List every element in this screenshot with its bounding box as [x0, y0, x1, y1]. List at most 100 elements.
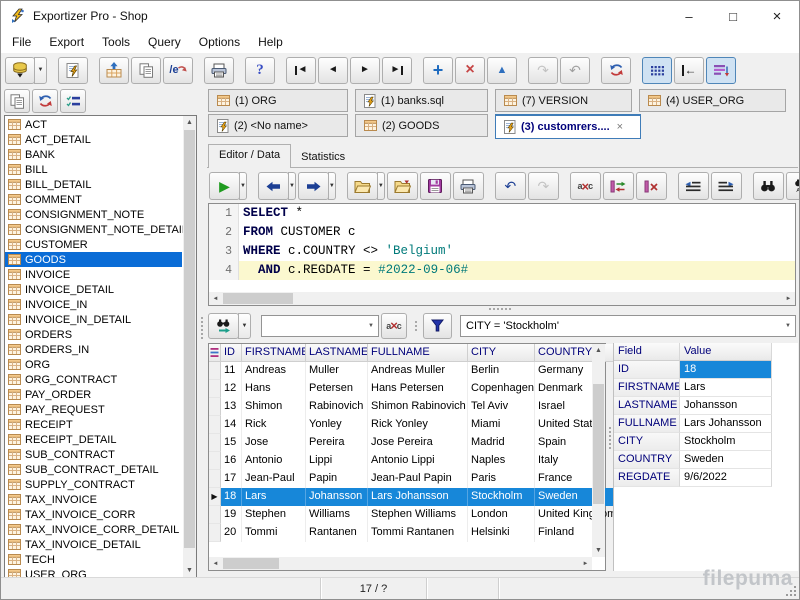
menu-export[interactable]: Export [40, 33, 93, 51]
menu-options[interactable]: Options [190, 33, 249, 51]
cell-city[interactable]: Helsinki [468, 524, 535, 542]
field-row-firstname[interactable]: FIRSTNAMELars [614, 379, 798, 397]
checklist-button[interactable] [60, 89, 86, 113]
field-column-header[interactable]: Field [614, 343, 680, 361]
cell-lastname[interactable]: Johansson [306, 488, 368, 506]
back-button[interactable] [258, 172, 289, 200]
field-value[interactable]: Johansson [680, 397, 772, 415]
cell-id[interactable]: 14 [221, 416, 242, 434]
cell-lastname[interactable]: Rabinovich [306, 398, 368, 416]
table-item-act_detail[interactable]: ACT_DETAIL [5, 132, 182, 147]
field-row-lastname[interactable]: LASTNAMEJohansson [614, 397, 798, 415]
edit-record-button[interactable]: ▲ [487, 57, 517, 84]
sql-line-3[interactable]: 3WHERE c.COUNTRY <> 'Belgium' [209, 242, 795, 261]
column-header-firstname[interactable]: FIRSTNAME [242, 344, 306, 362]
open-file-alt-button[interactable] [387, 172, 418, 200]
field-value[interactable]: Sweden [680, 451, 772, 469]
open-database-dropdown-button[interactable]: ▼ [34, 57, 47, 84]
cell-lastname[interactable]: Pereira [306, 434, 368, 452]
table-item-supply_contract[interactable]: SUPPLY_CONTRACT [5, 477, 182, 492]
table-item-tax_invoice[interactable]: TAX_INVOICE [5, 492, 182, 507]
open-file-button[interactable] [347, 172, 378, 200]
scroll-right-icon[interactable]: ► [579, 557, 592, 570]
table-item-bill[interactable]: BILL [5, 162, 182, 177]
refresh-button[interactable] [601, 57, 631, 84]
record-view-button[interactable] [706, 57, 736, 84]
undo-button[interactable]: ↶ [560, 57, 590, 84]
sql-line-4[interactable]: 4 AND c.REGDATE = #2022-09-06# [209, 261, 795, 280]
table-item-tech[interactable]: TECH [5, 552, 182, 567]
delete-record-button[interactable]: × [455, 57, 485, 84]
table-item-tax_invoice_corr_detail[interactable]: TAX_INVOICE_CORR_DETAIL [5, 522, 182, 537]
help-button[interactable]: ? [245, 57, 275, 84]
table-item-sub_contract[interactable]: SUB_CONTRACT [5, 447, 182, 462]
field-row-id[interactable]: ID18 [614, 361, 798, 379]
grid-hscrollbar[interactable]: ◄ ► [209, 557, 592, 570]
next-record-button[interactable]: ► [350, 57, 380, 84]
menu-query[interactable]: Query [139, 33, 190, 51]
fit-columns-button[interactable]: ← [674, 57, 704, 84]
cell-city[interactable]: Naples [468, 452, 535, 470]
indent-button[interactable] [711, 172, 742, 200]
page-tab-statistics[interactable]: Statistics [291, 147, 355, 168]
back-dropdown-button[interactable]: ▼ [288, 172, 296, 200]
grid-row-18[interactable]: ▶18LarsJohanssonLars JohanssonStockholmS… [209, 488, 605, 506]
cell-lastname[interactable]: Papin [306, 470, 368, 488]
bookmark-clear-button[interactable] [636, 172, 667, 200]
record-splitter[interactable] [607, 427, 612, 449]
grid-row-11[interactable]: 11AndreasMullerAndreas MullerBerlinGerma… [209, 362, 605, 380]
table-item-pay_request[interactable]: PAY_REQUEST [5, 402, 182, 417]
scroll-up-icon[interactable]: ▲ [592, 344, 605, 357]
cell-id[interactable]: 13 [221, 398, 242, 416]
cell-fullname[interactable]: Antonio Lippi [368, 452, 468, 470]
left-splitter[interactable] [199, 317, 204, 339]
table-item-org[interactable]: ORG [5, 357, 182, 372]
grid-row-17[interactable]: 17Jean-PaulPapinJean-Paul PapinParisFran… [209, 470, 605, 488]
export-table-button[interactable] [99, 57, 129, 84]
field-row-fullname[interactable]: FULLNAMELars Johansson [614, 415, 798, 433]
table-item-act[interactable]: ACT [5, 117, 182, 132]
cell-city[interactable]: Tel Aviv [468, 398, 535, 416]
prior-record-button[interactable]: ◄ [318, 57, 348, 84]
column-header-id[interactable]: ID [221, 344, 242, 362]
cell-id[interactable]: 12 [221, 380, 242, 398]
sidebar-scrollbar[interactable]: ▲ ▼ [183, 116, 196, 577]
forward-dropdown-button[interactable]: ▼ [328, 172, 336, 200]
field-row-regdate[interactable]: REGDATE9/6/2022 [614, 469, 798, 487]
scroll-left-icon[interactable]: ◄ [209, 292, 222, 305]
scroll-right-icon[interactable]: ► [782, 292, 795, 305]
redo-button[interactable]: ↷ [528, 172, 559, 200]
cell-fullname[interactable]: Rick Yonley [368, 416, 468, 434]
clear-search-button[interactable]: a×c [381, 313, 407, 339]
column-header-city[interactable]: CITY [468, 344, 535, 362]
select-all-cell[interactable] [209, 344, 221, 362]
column-header-lastname[interactable]: LASTNAME [306, 344, 368, 362]
field-value[interactable]: Stockholm [680, 433, 772, 451]
cell-firstname[interactable]: Hans [242, 380, 306, 398]
menu-file[interactable]: File [3, 33, 40, 51]
maximize-button[interactable]: □ [711, 1, 755, 31]
bookmark-next-button[interactable] [603, 172, 634, 200]
cell-firstname[interactable]: Lars [242, 488, 306, 506]
grid-row-14[interactable]: 14RickYonleyRick YonleyMiamiUnited State… [209, 416, 605, 434]
grid-view-button[interactable] [642, 57, 672, 84]
table-item-bank[interactable]: BANK [5, 147, 182, 162]
cell-fullname[interactable]: Stephen Williams [368, 506, 468, 524]
minimize-button[interactable]: – [667, 1, 711, 31]
cell-fullname[interactable]: Andreas Muller [368, 362, 468, 380]
dataset-tab-1-banks-sql[interactable]: (1) banks.sql [355, 89, 488, 112]
cell-firstname[interactable]: Antonio [242, 452, 306, 470]
table-item-tax_invoice_detail[interactable]: TAX_INVOICE_DETAIL [5, 537, 182, 552]
field-value[interactable]: 9/6/2022 [680, 469, 772, 487]
table-item-invoice_in[interactable]: INVOICE_IN [5, 297, 182, 312]
copy-button[interactable] [4, 89, 30, 113]
export-expression-button[interactable]: /e [163, 57, 193, 84]
cell-id[interactable]: 19 [221, 506, 242, 524]
table-item-customer[interactable]: CUSTOMER [5, 237, 182, 252]
cell-id[interactable]: 18 [221, 488, 242, 506]
menu-tools[interactable]: Tools [93, 33, 139, 51]
grid-row-12[interactable]: 12HansPetersenHans PetersenCopenhagenDen… [209, 380, 605, 398]
cell-firstname[interactable]: Jose [242, 434, 306, 452]
cell-fullname[interactable]: Shimon Rabinovich [368, 398, 468, 416]
table-item-receipt[interactable]: RECEIPT [5, 417, 182, 432]
